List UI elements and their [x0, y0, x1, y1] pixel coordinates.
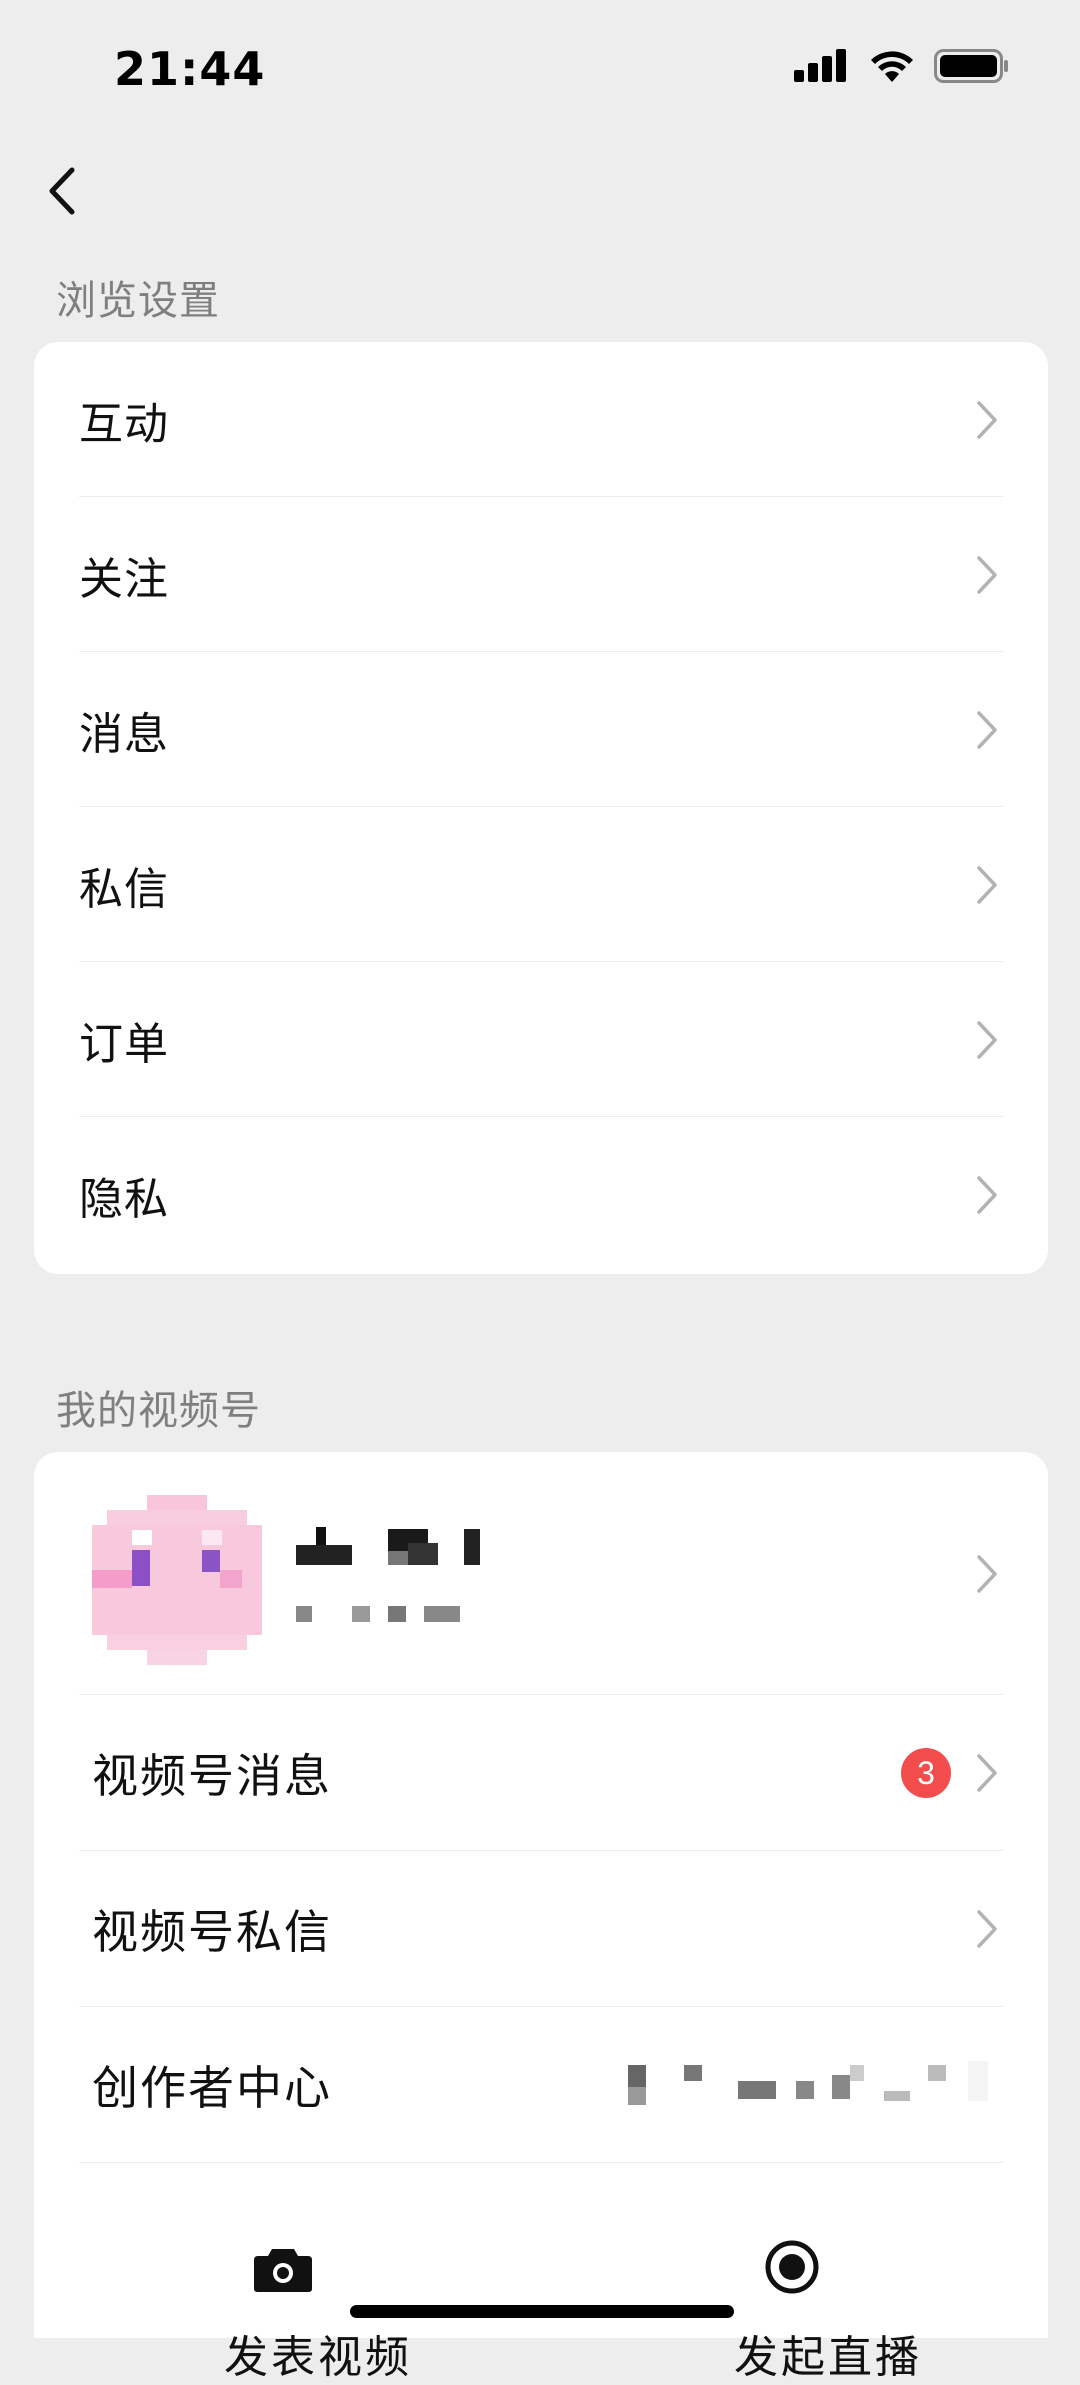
- status-icons: [794, 48, 1010, 84]
- settings-item-label: 互动: [79, 398, 169, 450]
- channel-item-label: 视频号消息: [92, 1749, 332, 1803]
- settings-item-label: 隐私: [79, 1173, 169, 1225]
- signal-icon: [794, 48, 850, 84]
- status-bar: 21:44: [0, 0, 1080, 140]
- avatar: [92, 1495, 262, 1665]
- chevron-right-icon: [977, 1175, 997, 1214]
- chevron-right-icon: [977, 1020, 997, 1059]
- chevron-left-icon: [49, 167, 75, 215]
- home-indicator: [350, 2305, 734, 2318]
- publish-video-label: 发表视频: [224, 2332, 412, 2383]
- profile-subtitle-redacted: [296, 1606, 460, 1622]
- wifi-icon: [868, 48, 916, 84]
- start-live-button[interactable]: 发起直播: [694, 2225, 919, 2383]
- camera-icon: [254, 2249, 312, 2292]
- chevron-right-icon: [977, 555, 997, 594]
- channel-item-messages[interactable]: 视频号消息 3: [34, 1695, 1048, 1851]
- chevron-right-icon: [977, 1910, 997, 1948]
- channel-profile-row[interactable]: [34, 1452, 1048, 1695]
- settings-item-interaction[interactable]: 互动: [34, 342, 1048, 497]
- section-title-channels: 我的视频号: [56, 1388, 261, 1434]
- chevron-right-icon: [977, 1754, 997, 1792]
- battery-icon: [934, 48, 1010, 84]
- chevron-right-icon: [977, 1555, 997, 1593]
- settings-item-orders[interactable]: 订单: [34, 962, 1048, 1117]
- profile-name-redacted: [296, 1527, 480, 1565]
- channel-item-private-messages[interactable]: 视频号私信: [34, 1851, 1048, 2007]
- settings-item-label: 关注: [79, 553, 169, 605]
- chevron-right-icon: [977, 710, 997, 749]
- status-time: 21:44: [114, 42, 266, 96]
- section-title-browse: 浏览设置: [56, 278, 220, 324]
- channel-item-label: 视频号私信: [92, 1905, 332, 1959]
- settings-item-privacy[interactable]: 隐私: [34, 1117, 1048, 1272]
- settings-item-follow[interactable]: 关注: [34, 497, 1048, 652]
- settings-item-label: 消息: [79, 708, 169, 760]
- chevron-right-icon: [977, 400, 997, 439]
- divider: [79, 2162, 1003, 2163]
- publish-video-button[interactable]: 发表视频: [184, 2225, 409, 2383]
- browse-settings-card: 互动 关注 消息 私信 订单 隐私: [34, 342, 1048, 1274]
- back-button[interactable]: [40, 160, 84, 222]
- unread-badge: 3: [901, 1748, 951, 1798]
- settings-item-messages[interactable]: 消息: [34, 652, 1048, 807]
- record-icon: [765, 2240, 819, 2294]
- settings-item-private-messages[interactable]: 私信: [34, 807, 1048, 962]
- settings-item-label: 私信: [79, 863, 169, 915]
- start-live-label: 发起直播: [734, 2332, 922, 2383]
- channel-item-creator-center[interactable]: 创作者中心: [34, 2007, 1048, 2163]
- settings-item-label: 订单: [79, 1018, 169, 1070]
- channel-item-label: 创作者中心: [92, 2061, 332, 2115]
- chevron-right-icon: [977, 865, 997, 904]
- redacted-info: [628, 2061, 988, 2105]
